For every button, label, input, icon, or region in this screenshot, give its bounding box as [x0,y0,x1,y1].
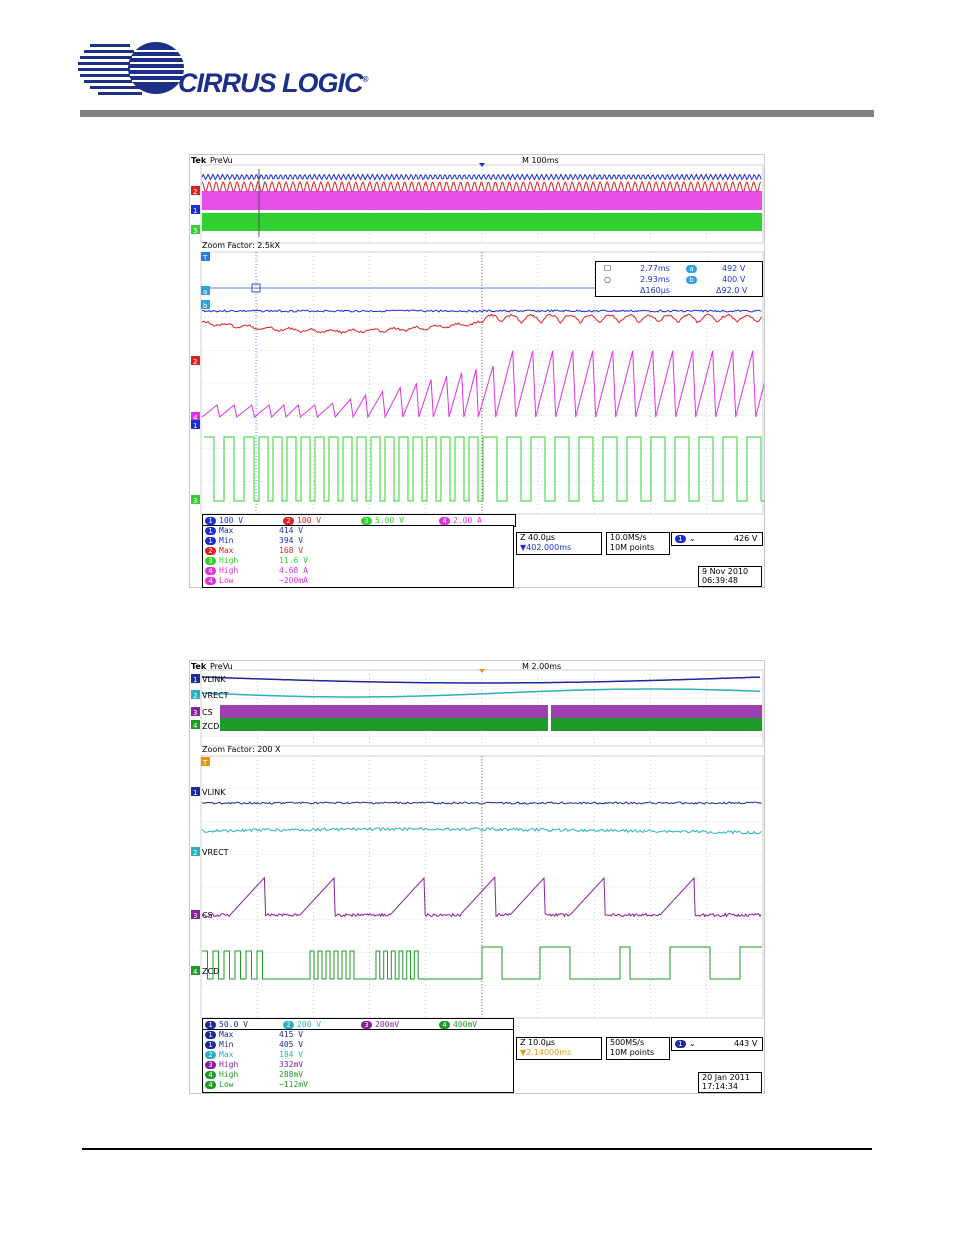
s2-measurement-row: 1 Min 405 V [205,1040,303,1049]
s2-measurement-row: 1 Max 415 V [205,1030,303,1039]
scope1-timestamp: 9 Nov 2010 06:39:48 [698,566,762,587]
s1-measurement-row: 3 High 11.6 V [205,556,308,565]
s1-measurement-row: 4 Low −200mA [205,576,308,585]
s2-top-vrect-label: VRECT [202,691,229,700]
s1-top-ch4-band [202,191,762,210]
cursor-dv: Δ92.0 V [716,286,748,295]
s2-measurement-row: 2 Max 184 V [205,1050,303,1059]
s2-top-zcd-label: ZCD [202,722,220,731]
s2-scale-ch4: 4 400mV [439,1020,477,1029]
scope2-timebase: M 2.00ms [522,662,562,671]
channel-marker-label: 2 [193,188,197,196]
scope2-timestamp: 20 Jan 2011 17:14:34 [698,1072,762,1093]
channel-marker-label: 3 [193,227,197,235]
oscilloscope-capture-1: 213Tab2413 Tek PreVu M 100ms Zoom Factor… [189,154,765,588]
s2-measurement-row: 3 High 332mV [205,1060,303,1069]
channel-marker-label: 1 [193,676,197,684]
brand-name: CIRRUS LOGIC® [178,68,368,98]
s2-top-zcd-band [220,718,762,731]
s1-measurement-row: 1 Min 394 V [205,536,303,545]
s1-scale-ch3: 3 5.00 V [361,516,404,525]
scope1-brand: Tek [191,156,207,165]
s1-scale-ch4: 4 2.00 A [439,516,482,525]
scope2-mode: PreVu [210,662,233,671]
channel-marker-label: 3 [193,497,197,505]
s2-vlink-label: VLINK [202,788,226,797]
channel-marker-label: T [202,254,208,262]
s1-measurement-row: 2 Max 168 V [205,546,303,555]
footer-rule [82,1148,872,1150]
scope2-acquisition: 500MS/s 10M points [606,1037,670,1060]
scope1-acquisition: 10.0MS/s 10M points [606,532,670,555]
cursor-t2: 2.93ms [640,275,670,284]
scope2-zoom-factor: Zoom Factor: 200 X [202,745,281,754]
s1-measurement-row: 4 High 4.68 A [205,566,308,575]
s1-scale-ch2: 2 100 V [283,516,321,525]
channel-marker-label: 3 [193,912,197,920]
channel-marker-label: 2 [193,358,197,366]
s2-zoom-window [548,695,551,735]
s1-measurement-row: 1 Max 414 V [205,526,303,535]
channel-marker-label: 1 [193,207,197,215]
channel-marker-label: 1 [193,789,197,797]
scope1-measurements: 1 Max 414 V 1 Min 394 V 2 Max 168 V 3 High 11.6 V4H… [202,525,514,588]
channel-marker-label: 2 [193,849,197,857]
scope1-zoom-factor: Zoom Factor: 2.5kX [202,241,281,250]
channel-marker-label: 1 [193,422,197,430]
s2-scale-ch2: 2 200 V [283,1020,321,1029]
channel-marker-label: T [202,759,208,767]
scope2-zoom-time: Z 10.0µs ▼2.14000ms [516,1037,602,1060]
scope1-zoom-time: Z 40.0µs ▼402.000ms [516,532,602,555]
channel-marker-label: 4 [193,722,198,730]
scope2-measurements: 1 Max 415 V 1 Min 405 V 2 Max 184 V 3 High 332mV 4 Hi… [202,1029,514,1093]
scope1-mode: PreVu [210,156,233,165]
s2-top-cs-label: CS [202,708,213,717]
oscilloscope-capture-2: 1 2 3 4 T 1 2 3 4 Tek PreVu M 2.00ms Zoom Factor… [189,660,765,1094]
logo-mark-icon [78,42,186,95]
s2-cs-label: CS [202,911,213,920]
s2-measurement-row: 4 Low −112mV [205,1080,308,1089]
scope1-cursor-readout: ☐ 2.77ms ○ 2.93ms Δ160µs a 492 V b 400 V… [595,261,763,297]
s2-top-cs-band [220,705,762,718]
channel-marker-label: a [203,288,207,296]
channel-marker-label: b [203,302,208,310]
header-rule [80,110,874,117]
scope2-brand: Tek [191,662,207,671]
s1-scale-ch1: 1 100 V [205,516,243,525]
cursor-a: 492 V [722,264,746,273]
channel-marker-label: 3 [193,709,197,717]
s2-zcd-label: ZCD [202,967,220,976]
cursor-dt: Δ160µs [640,286,670,295]
s2-top-vlink-label: VLINK [202,675,226,684]
channel-marker-label: 2 [193,692,197,700]
cursor-b: 400 V [722,275,746,284]
channel-marker-label: 4 [193,968,198,976]
scope2-trigger: 1 ⌄ 443 V [671,1037,763,1051]
s1-top-ch3-band [202,213,762,231]
s2-measurement-row: 4 High 288mV [205,1070,303,1079]
cursor-t1: 2.77ms [640,264,670,273]
s2-scale-ch3: 3 200mV [361,1020,399,1029]
s2-vrect-label: VRECT [202,848,229,857]
scope1-trigger: 1 ⌄ 426 V [671,532,763,546]
s2-scale-ch1: 1 50.0 V [205,1020,248,1029]
scope1-timebase: M 100ms [522,156,559,165]
